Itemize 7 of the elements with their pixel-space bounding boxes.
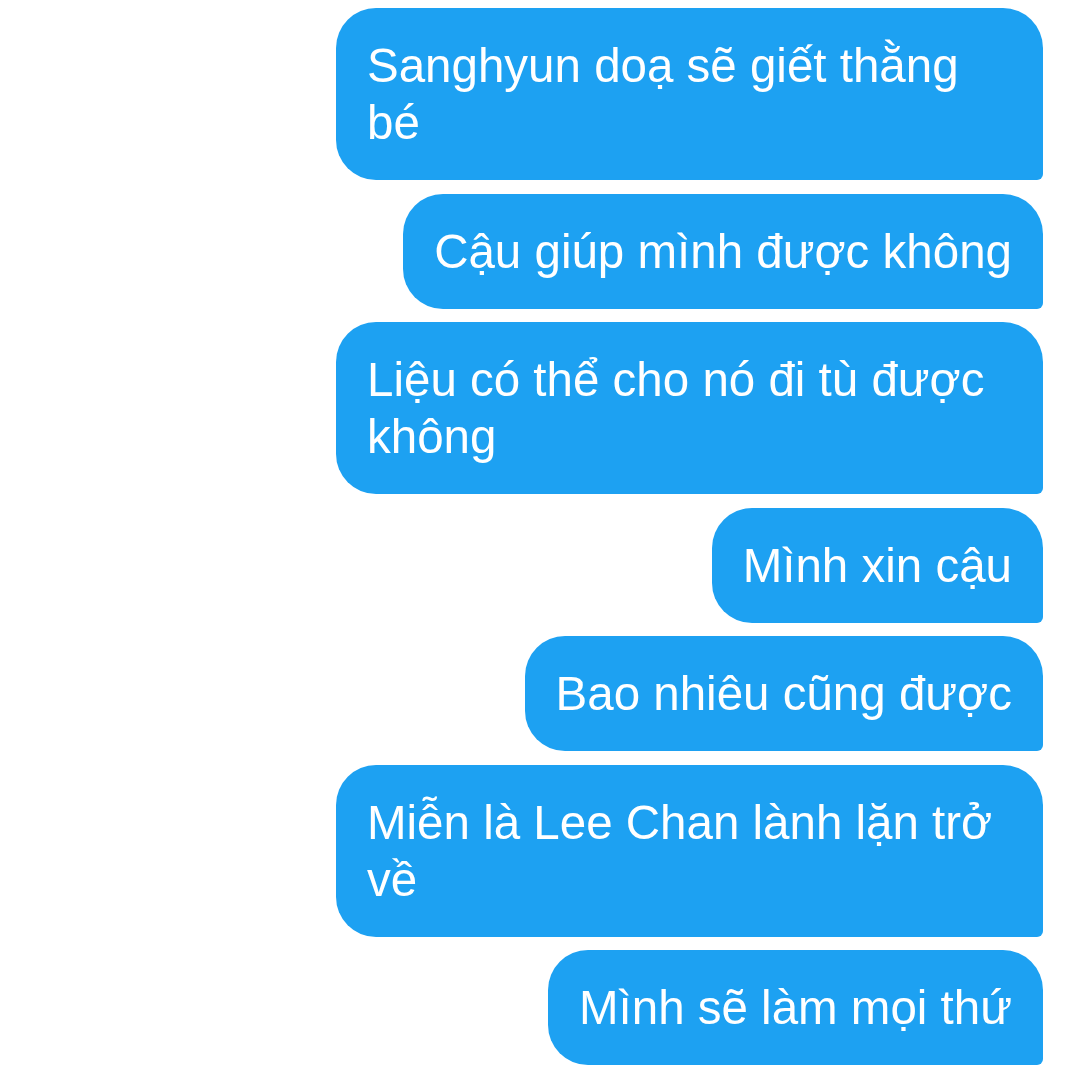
- message-bubble: Bao nhiêu cũng được: [524, 636, 1043, 751]
- message-bubble: Sanghyun doạ sẽ giết thằng bé: [336, 8, 1043, 180]
- message-bubble: Mình sẽ làm mọi thứ: [547, 950, 1043, 1065]
- message-bubble: Miễn là Lee Chan lành lặn trở về: [336, 764, 1043, 937]
- message-bubble: Liệu có thể cho nó đi tù được không: [336, 322, 1043, 494]
- message-bubble: Cậu giúp mình được không: [403, 193, 1043, 309]
- message-bubble: Mình xin cậu: [711, 507, 1043, 623]
